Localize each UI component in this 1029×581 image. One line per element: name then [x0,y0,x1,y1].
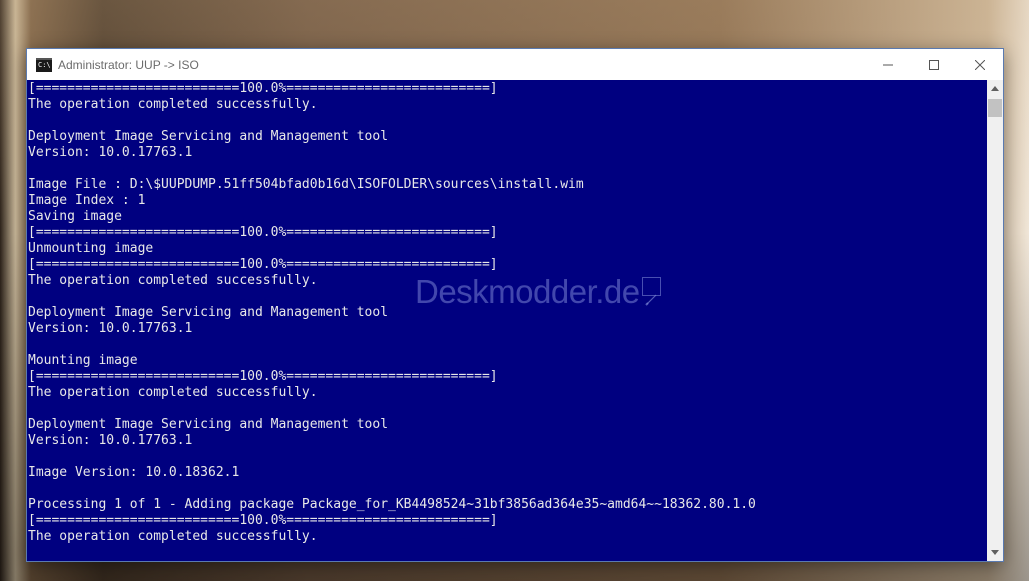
console-lines: [==========================100.0%=======… [28,81,756,545]
scroll-down-arrow-icon [991,550,999,555]
console-line: Image Version: 10.0.18362.1 [28,465,240,480]
console-output-area[interactable]: [==========================100.0%=======… [27,80,987,561]
console-line: Version: 10.0.17763.1 [28,433,193,448]
minimize-button[interactable] [865,49,911,80]
console-line: Saving image [28,209,122,224]
console-line: Image File : D:\$UUPDUMP.51ff504bfad0b16… [28,177,584,192]
scroll-down-button[interactable] [987,544,1003,561]
console-window[interactable]: C:\ Administrator: UUP -> ISO [=========… [27,49,1003,561]
console-line: Deployment Image Servicing and Managemen… [28,129,389,144]
console-line: [==========================100.0%=======… [28,369,498,384]
watermark-text: Deskmodder.de [415,273,640,310]
console-icon-label: C:\ [38,60,51,69]
minimize-icon [883,64,893,65]
console-line: Mounting image [28,353,138,368]
scroll-thumb[interactable] [988,99,1002,117]
console-line: The operation completed successfully. [28,529,318,544]
console-line: Version: 10.0.17763.1 [28,321,193,336]
maximize-icon [929,59,939,70]
title-bar[interactable]: C:\ Administrator: UUP -> ISO [27,49,1003,80]
watermark-edit-icon [641,277,661,306]
console-line: The operation completed successfully. [28,97,318,112]
console-line: The operation completed successfully. [28,385,318,400]
vertical-scrollbar[interactable] [987,80,1003,561]
console-icon[interactable]: C:\ [36,57,52,72]
console-line: [==========================100.0%=======… [28,81,498,96]
console-line: Unmounting image [28,241,154,256]
close-icon [975,59,985,70]
console-line: [==========================100.0%=======… [28,257,498,272]
scroll-up-arrow-icon [991,86,999,91]
console-line: Version: 10.0.17763.1 [28,145,193,160]
window-controls [865,49,1003,80]
console-line: Deployment Image Servicing and Managemen… [28,417,389,432]
close-button[interactable] [957,49,1003,80]
maximize-button[interactable] [911,49,957,80]
console-line: Image Index : 1 [28,193,146,208]
scroll-up-button[interactable] [987,80,1003,97]
console-line: Processing 1 of 1 - Adding package Packa… [28,497,756,512]
window-title: Administrator: UUP -> ISO [58,57,199,72]
watermark: Deskmodder.de [415,273,661,311]
console-line: [==========================100.0%=======… [28,225,498,240]
console-line: [==========================100.0%=======… [28,513,498,528]
